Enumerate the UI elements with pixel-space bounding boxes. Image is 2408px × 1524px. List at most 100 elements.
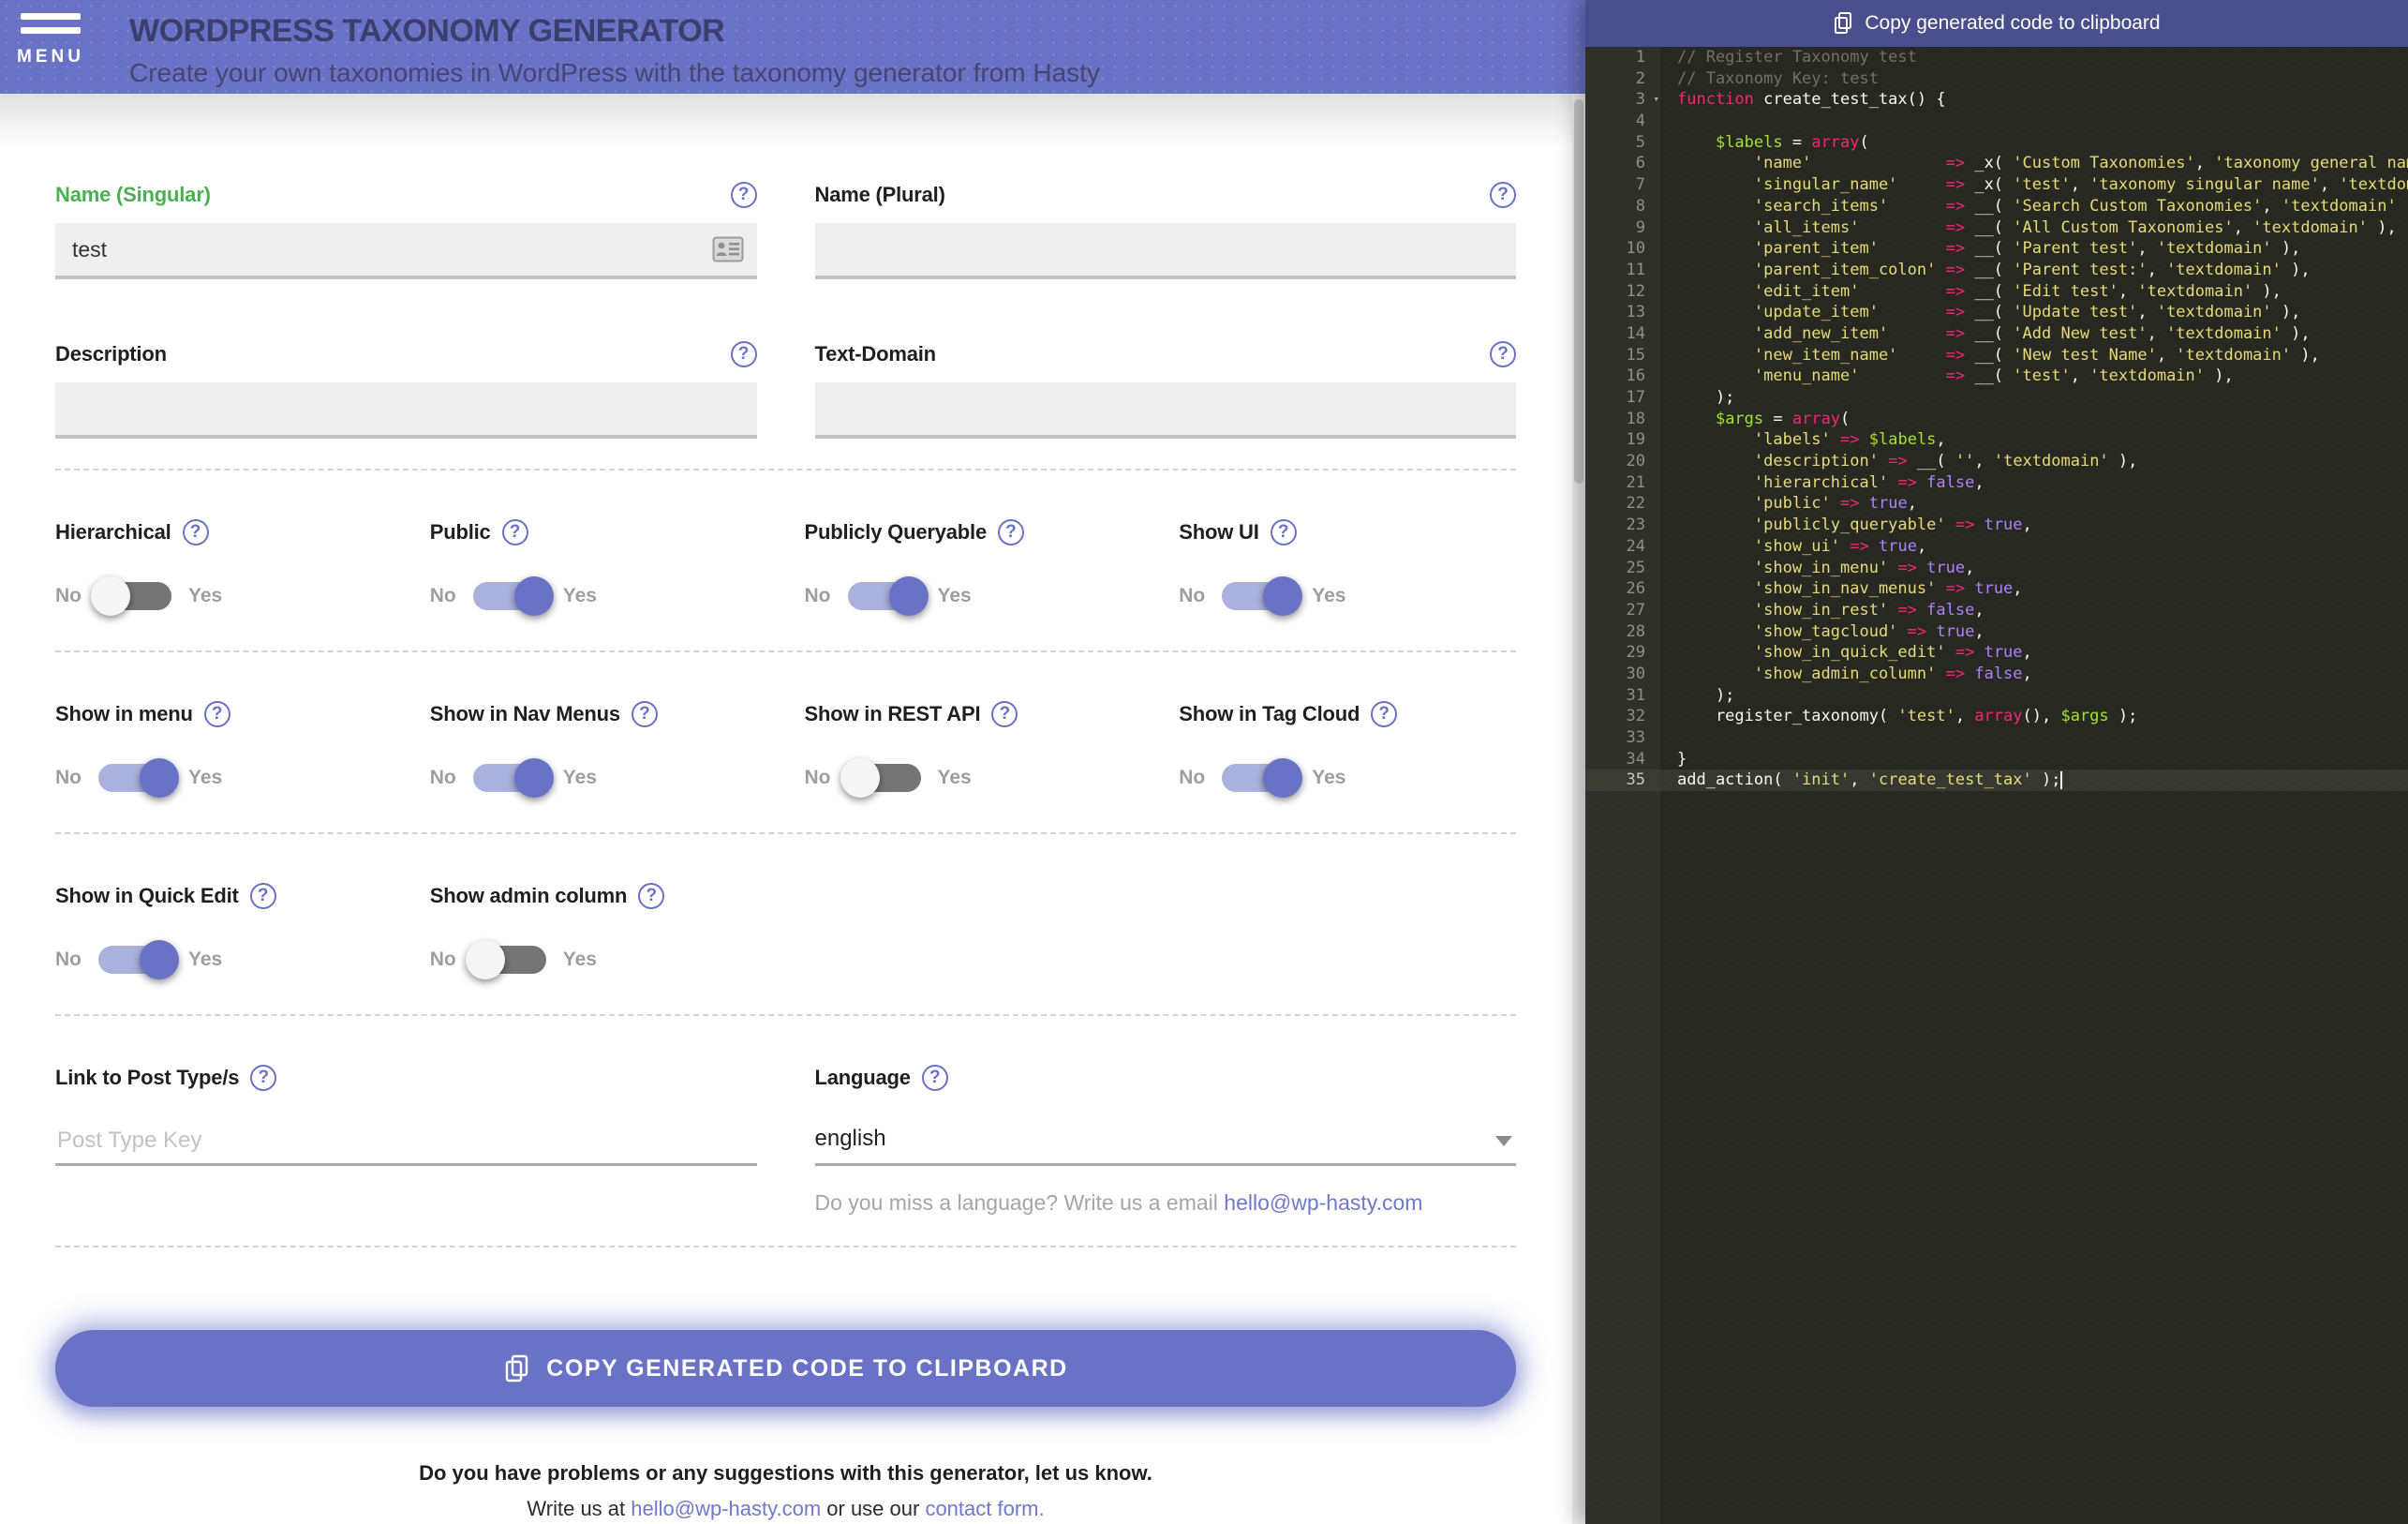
help-icon[interactable]: ? [1490, 182, 1516, 208]
toggle-field-show-in-quick-edit: Show in Quick Edit? No Yes [55, 881, 393, 980]
autofill-contact-icon[interactable] [712, 236, 744, 262]
toggle-switch-public[interactable] [472, 576, 554, 616]
toggle-label: Publicly Queryable [804, 520, 988, 544]
help-icon[interactable]: ? [250, 1065, 277, 1091]
toggle-yes-label: Yes [1312, 585, 1346, 606]
description-input[interactable] [55, 382, 757, 439]
toggle-switch-show-ui[interactable] [1222, 576, 1303, 616]
menu-button[interactable]: MENU [13, 13, 88, 67]
field-language: Language ? english Do you miss a languag… [814, 1063, 1516, 1216]
email-link[interactable]: hello@wp-hasty.com [631, 1497, 821, 1520]
code-line: 11 'parent_item_colon' => __( 'Parent te… [1585, 259, 2408, 281]
code-line: 20 'description' => __( '', 'textdomain'… [1585, 451, 2408, 472]
toggle-switch-hierarchical[interactable] [91, 576, 171, 616]
toggle-label: Public [429, 520, 491, 544]
code-editor[interactable]: 1// Register Taxonomy test 2// Taxonomy K… [1585, 47, 2408, 1524]
line-number: 19 [1585, 429, 1660, 452]
toggle-no-label: No [1179, 585, 1206, 606]
toggle-yes-label: Yes [562, 585, 597, 606]
code-line: 23 'publicly_queryable' => true, [1585, 515, 2408, 536]
code-line: 18 $args = array( [1585, 408, 2408, 430]
help-icon[interactable]: ? [997, 519, 1024, 545]
toggle-switch-show-in-nav-menus[interactable] [472, 758, 554, 798]
help-icon[interactable]: ? [249, 883, 276, 909]
toggle-no-label: No [1179, 767, 1206, 788]
line-number: 17 [1585, 387, 1660, 409]
help-icon[interactable]: ? [501, 519, 528, 545]
help-icon[interactable]: ? [638, 883, 665, 909]
toggle-yes-label: Yes [562, 767, 597, 788]
copy-icon [506, 1354, 528, 1382]
help-icon[interactable]: ? [631, 701, 658, 727]
toggle-yes-label: Yes [188, 767, 223, 788]
app-header: MENU WORDPRESS TAXONOMY GENERATOR Create… [0, 0, 1585, 94]
code-line: 2// Taxonomy Key: test [1585, 67, 2408, 90]
line-number: 7 [1585, 174, 1660, 196]
help-icon[interactable]: ? [1371, 701, 1398, 727]
toggle-yes-label: Yes [188, 585, 223, 606]
fold-arrow-icon[interactable]: ▾ [1653, 89, 1659, 111]
help-icon[interactable]: ? [730, 182, 757, 208]
code-line: 13 'update_item' => __( 'Update test', '… [1585, 302, 2408, 323]
help-icon[interactable]: ? [921, 1065, 948, 1091]
language-select[interactable]: english [814, 1117, 1516, 1166]
toggle-switch-show-admin-column[interactable] [465, 940, 546, 979]
name-singular-input[interactable] [55, 223, 757, 279]
toggle-yes-label: Yes [937, 767, 972, 788]
help-icon[interactable]: ? [182, 519, 209, 545]
field-name-plural: Name (Plural) ? [814, 180, 1516, 279]
scrollbar-thumb[interactable] [1574, 99, 1583, 484]
line-number: 1 [1585, 47, 1660, 68]
help-icon[interactable]: ? [203, 701, 230, 727]
toggle-field-hierarchical: Hierarchical? No Yes [55, 517, 393, 617]
help-icon[interactable]: ? [1490, 341, 1516, 367]
toggle-field-show-admin-column: Show admin column? No Yes [430, 881, 767, 980]
post-type-key-input[interactable] [55, 1117, 757, 1166]
toggle-no-label: No [429, 767, 456, 788]
line-number: 9 [1585, 217, 1660, 239]
code-line: 21 'hierarchical' => false, [1585, 471, 2408, 494]
section-divider [55, 1246, 1516, 1248]
code-line: 22 'public' => true, [1585, 493, 2408, 515]
field-link-post-types: Link to Post Type/s ? [55, 1063, 757, 1216]
help-icon[interactable]: ? [730, 341, 757, 367]
copy-code-bar-button[interactable]: Copy generated code to clipboard [1585, 0, 2408, 47]
toggle-yes-label: Yes [937, 585, 972, 606]
toggle-field-public: Public? No Yes [430, 517, 767, 617]
toggle-switch-show-in-rest-api[interactable] [840, 758, 921, 798]
copy-bar-label: Copy generated code to clipboard [1865, 12, 2161, 34]
line-number: 8 [1585, 195, 1660, 217]
text-domain-input[interactable] [814, 382, 1516, 439]
toggle-field-show-in-nav-menus: Show in Nav Menus? No Yes [430, 699, 767, 799]
description-label: Description [55, 342, 167, 366]
toggle-field-show-in-tag-cloud: Show in Tag Cloud? No Yes [1179, 699, 1516, 799]
toggle-no-label: No [804, 585, 831, 606]
toggle-switch-show-in-tag-cloud[interactable] [1222, 758, 1303, 798]
toggle-field-show-in-menu: Show in menu? No Yes [55, 699, 393, 799]
toggle-switch-show-in-menu[interactable] [98, 758, 179, 798]
line-number: 27 [1585, 599, 1660, 621]
code-line: 24 'show_ui' => true, [1585, 535, 2408, 558]
language-value: english [814, 1126, 886, 1151]
toggle-yes-label: Yes [188, 949, 223, 970]
code-line: 26 'show_in_nav_menus' => true, [1585, 578, 2408, 600]
code-line: 25 'show_in_menu' => true, [1585, 557, 2408, 579]
line-number: 12 [1585, 280, 1660, 303]
email-link[interactable]: hello@wp-hasty.com [1224, 1190, 1422, 1215]
help-icon[interactable]: ? [991, 701, 1018, 727]
line-number: 30 [1585, 663, 1660, 685]
line-number: 24 [1585, 535, 1660, 558]
page-title: WORDPRESS TAXONOMY GENERATOR [129, 13, 725, 49]
text-domain-label: Text-Domain [814, 342, 937, 366]
line-number: 28 [1585, 620, 1660, 643]
help-icon[interactable]: ? [1270, 519, 1297, 545]
toggle-no-label: No [55, 767, 82, 788]
name-plural-input[interactable] [814, 223, 1516, 279]
code-line: 10 'parent_item' => __( 'Parent test', '… [1585, 238, 2408, 260]
toggle-switch-publicly-queryable[interactable] [847, 576, 929, 616]
line-number: 32 [1585, 706, 1660, 727]
contact-form-link[interactable]: contact form. [925, 1497, 1044, 1520]
footer-line1: Do you have problems or any suggestions … [419, 1461, 1152, 1485]
toggle-switch-show-in-quick-edit[interactable] [98, 940, 179, 979]
copy-code-button[interactable]: COPY GENERATED CODE TO CLIPBOARD [55, 1330, 1516, 1407]
